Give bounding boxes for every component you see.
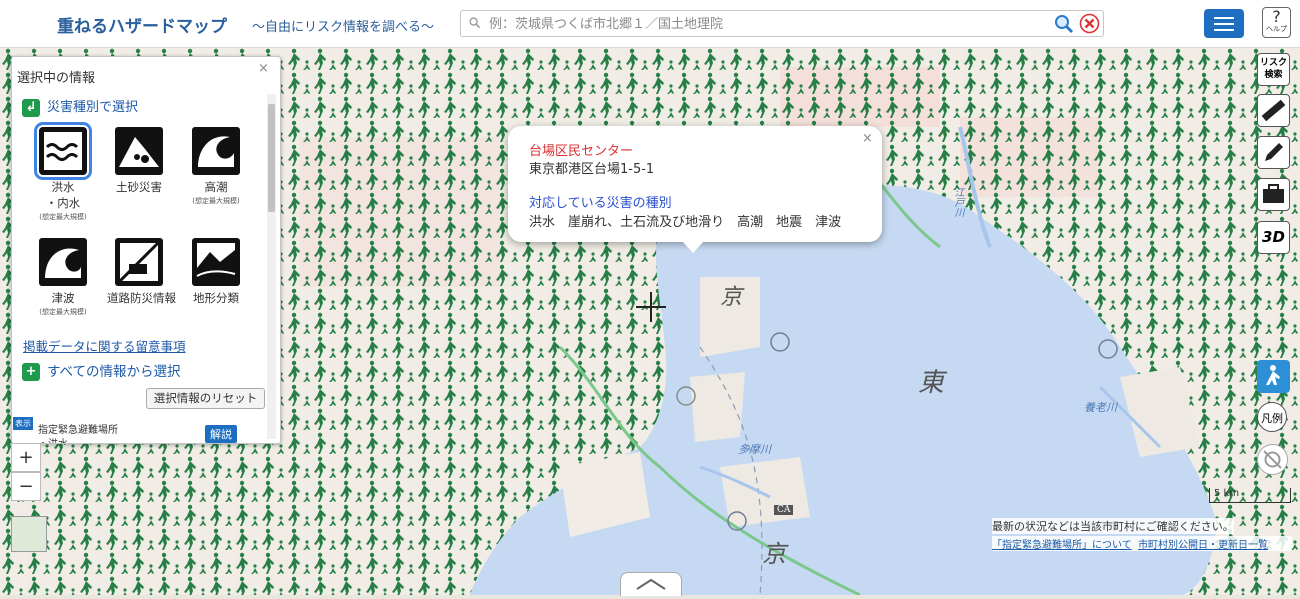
hazard-note: (想定最大規模) — [39, 308, 87, 316]
search-box — [460, 10, 1104, 37]
3d-button[interactable]: 3D — [1257, 221, 1290, 254]
hazard-tsunami[interactable]: 津波 (想定最大規模) — [31, 238, 95, 317]
hazard-note: (想定最大規模) — [192, 197, 240, 205]
tsunami-icon — [39, 238, 87, 286]
search-button[interactable] — [1053, 13, 1075, 34]
attribution-links: 「指定緊急避難場所」について 市町村別公開日・更新日一覧 — [992, 536, 1292, 551]
hazard-label: 土砂災害 — [116, 180, 162, 194]
hazard-flood[interactable]: 洪水 ・内水 (想定最大規模) — [31, 122, 95, 222]
data-notes-link[interactable]: 掲載データに関する留意事項 — [23, 336, 186, 355]
search-input[interactable] — [487, 14, 1051, 35]
measure-button[interactable] — [1257, 94, 1290, 127]
river-label-tama: 多摩川 — [738, 443, 771, 456]
bottom-panel-toggle[interactable] — [620, 572, 682, 596]
facility-address: 東京都港区台場1-5-1 — [529, 162, 655, 177]
clear-search-icon[interactable] — [1079, 13, 1100, 34]
selected-info-panel: 選択中の情報 × ↲ 災害種別で選択 洪水 ・内水 (想定最大規模) 土砂災害 高… — [11, 56, 281, 444]
hazard-note: (想定最大規模) — [39, 213, 87, 221]
evacuation-icon — [1266, 365, 1280, 385]
minimap[interactable] — [11, 516, 47, 552]
panel-title: 選択中の情報 — [17, 71, 96, 86]
facility-name: 台場区民センター — [529, 144, 634, 159]
draw-button[interactable] — [1257, 136, 1290, 169]
layer-name: 指定緊急避難場所 — [38, 425, 118, 436]
shelter-layer-button[interactable] — [1257, 360, 1290, 393]
chevron-up-icon — [636, 578, 666, 590]
disaster-types-list: 洪水 崖崩れ、土石流及び地滑り 高潮 地震 津波 — [529, 215, 842, 230]
map-label-kyo-2: 京 — [762, 540, 786, 568]
hazard-storm-surge[interactable]: 高潮 (想定最大規模) — [184, 127, 248, 206]
display-tag[interactable]: 表示 — [13, 417, 33, 430]
disaster-types-heading: 対応している災害の種別 — [529, 196, 672, 211]
hazard-label: 高潮 — [204, 180, 228, 194]
layer-sub: ・洪水 — [38, 435, 68, 443]
section-hazard-type[interactable]: ↲ 災害種別で選択 — [22, 96, 138, 117]
hazard-landslide[interactable]: 土砂災害 — [107, 127, 171, 196]
briefcase-icon — [1263, 184, 1284, 203]
app-title[interactable]: 重ねるハザードマップ — [57, 12, 227, 37]
zoom-in-button[interactable]: + — [11, 443, 41, 472]
help-label: ヘルプ — [1266, 25, 1287, 33]
pencil-icon — [1265, 143, 1283, 161]
landslide-icon — [115, 127, 163, 175]
popup-pointer — [682, 241, 704, 253]
facility-popup: × 台場区民センター 東京都港区台場1-5-1 対応している災害の種別 洪水 崖… — [508, 126, 882, 242]
risk-search-button[interactable]: リスク検索 — [1257, 53, 1290, 86]
map-label-kyo: 京 — [720, 285, 743, 310]
panel-scrollbar[interactable] — [267, 94, 276, 439]
zoom-out-button[interactable]: − — [11, 472, 41, 501]
hamburger-icon — [1214, 17, 1234, 19]
hazard-label: 道路防災情報 — [107, 291, 176, 305]
river-label-edogawa: 江戸川 — [952, 187, 963, 217]
hazard-label: 津波 — [51, 291, 75, 305]
tools-button[interactable] — [1257, 178, 1290, 211]
hazard-terrain[interactable]: 地形分類 — [184, 238, 248, 307]
hazard-road[interactable]: 道路防災情報 — [107, 238, 176, 307]
menu-button[interactable] — [1204, 9, 1244, 38]
scrollbar-thumb[interactable] — [268, 104, 275, 212]
reset-selection-button[interactable]: 選択情報のリセット — [146, 388, 265, 409]
gps-off-icon — [1263, 450, 1282, 469]
release-date-link[interactable]: 市町村別公開日・更新日一覧 — [1138, 540, 1268, 551]
panel-close-button[interactable]: × — [258, 61, 269, 76]
ruler-icon — [1261, 99, 1286, 122]
scale-bar: 5 km — [1209, 488, 1291, 503]
help-icon: ? — [1272, 7, 1281, 26]
popup-close-button[interactable]: × — [862, 131, 873, 146]
terrain-icon — [192, 238, 240, 286]
storm-surge-icon — [192, 127, 240, 175]
locate-button[interactable] — [1257, 444, 1288, 475]
app-header: 重ねるハザードマップ ～自由にリスク情報を調べる～ ? ヘルプ — [0, 0, 1300, 48]
map-label-higashi: 東 — [918, 368, 945, 398]
road-disaster-icon — [115, 238, 163, 286]
river-label-yoro: 養老川 — [1084, 401, 1117, 414]
attribution-text: 最新の状況などは当該市町村にご確認ください。 — [992, 518, 1234, 534]
help-button[interactable]: ? ヘルプ — [1262, 7, 1291, 38]
search-icon — [469, 17, 480, 28]
scale-label: 5 km — [1214, 488, 1240, 499]
plus-icon: + — [22, 363, 40, 381]
hazard-label: 地形分類 — [193, 291, 239, 305]
evacuation-site-link[interactable]: 「指定緊急避難場所」について — [992, 540, 1132, 551]
hazard-label-2: ・内水 — [45, 196, 81, 210]
section-all-info[interactable]: + すべての情報から選択 — [22, 360, 181, 381]
road-shield-ca: CA — [774, 505, 794, 515]
flood-icon — [34, 122, 92, 180]
select-arrow-icon: ↲ — [22, 98, 40, 117]
explain-button[interactable]: 解説 — [205, 425, 237, 443]
attribution: 最新の状況などは当該市町村にご確認ください。 「指定緊急避難場所」について 市町… — [992, 515, 1292, 551]
active-layer-row[interactable]: 表示 指定緊急避難場所 ・洪水 解説 — [12, 417, 265, 443]
legend-button[interactable]: 凡例 — [1257, 402, 1287, 432]
app-subtitle: ～自由にリスク情報を調べる～ — [252, 20, 435, 35]
